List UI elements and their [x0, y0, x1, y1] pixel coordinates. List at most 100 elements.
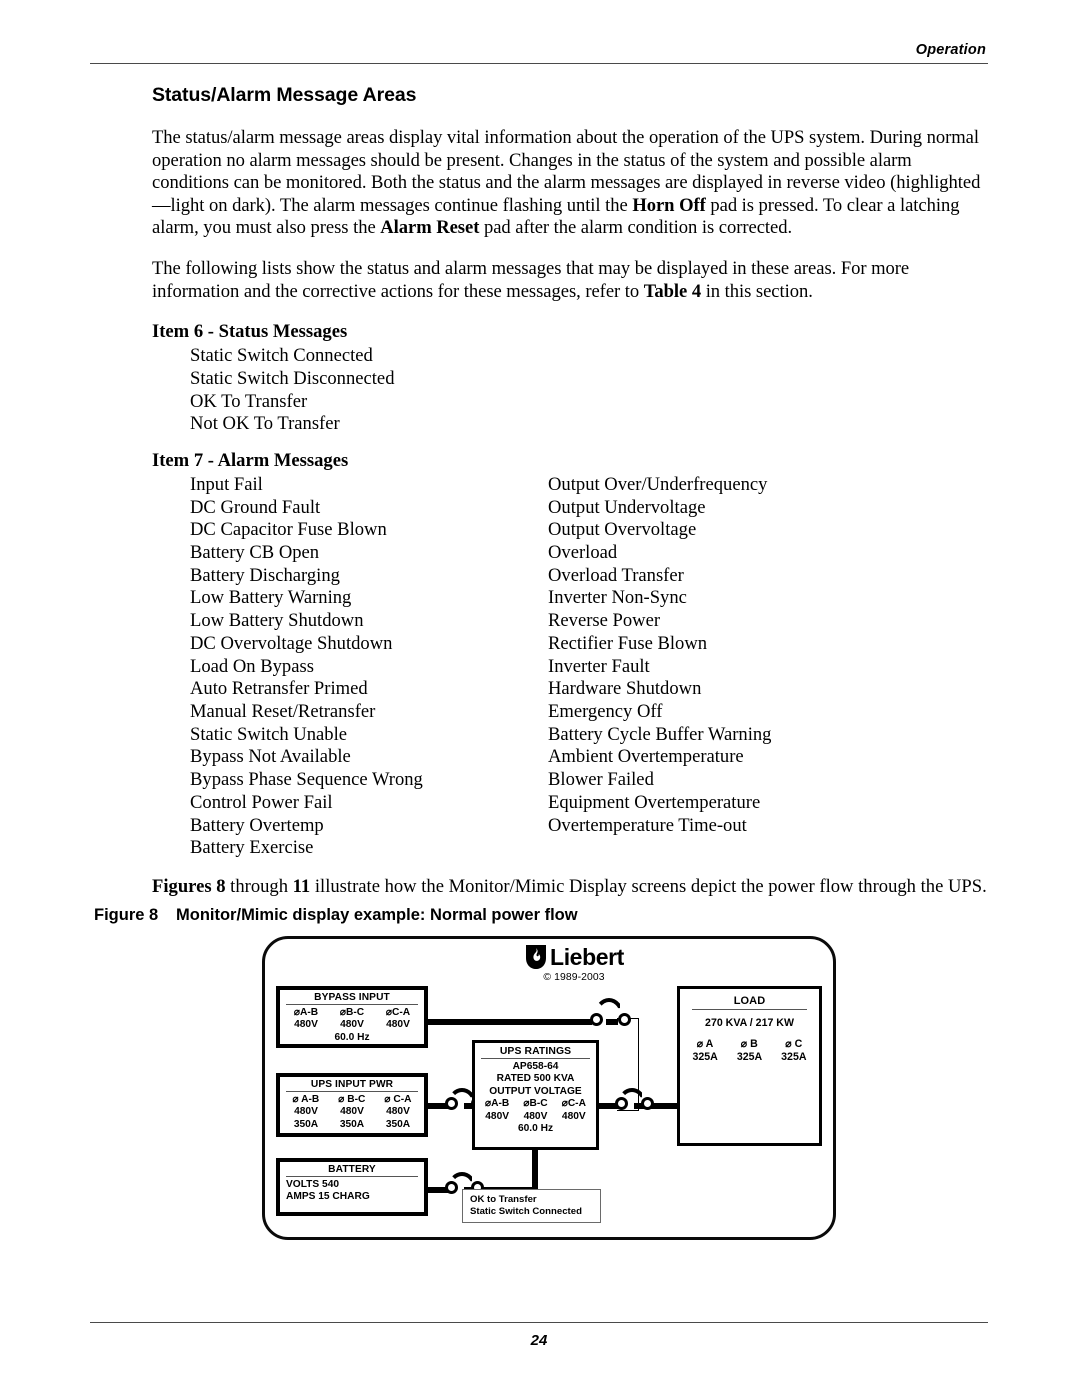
ups-input-phase-ca: ⌀ C-A: [384, 1094, 412, 1105]
alarm-message-item: Rectifier Fuse Blown: [548, 632, 708, 654]
paragraph1-text-c: pad after the alarm condition is correct…: [479, 217, 793, 239]
lists-intro-paragraph: The following lists show the status and …: [152, 258, 988, 303]
load-amps-c: 325A: [781, 1050, 807, 1063]
ups-input-rule: [286, 1091, 418, 1092]
alarm-message-item: Blower Failed: [548, 769, 654, 791]
bypass-switch-node-left: [590, 1013, 603, 1026]
ups-input-amps-ca: 350A: [385, 1118, 411, 1130]
load-spacer: [680, 1029, 819, 1038]
alarm-messages-left-column: Input Fail DC Ground Fault DC Capacitor Fu…: [190, 474, 548, 860]
bypass-input-panel: BYPASS INPUT ⌀A-B ⌀B-C ⌀C-A 480V 480V 48…: [276, 986, 428, 1048]
ups-ratings-phase-bc: ⌀B-C: [523, 1098, 548, 1110]
alarm-message-item: Inverter Non-Sync: [548, 587, 687, 609]
status-message-line2: Static Switch Connected: [470, 1206, 582, 1217]
alarm-message-item: Input Fail: [190, 473, 263, 495]
battery-amps: AMPS 15 CHARG: [286, 1191, 370, 1203]
alarm-list-right: Output Over/Underfrequency Output Undervo…: [548, 474, 948, 837]
ups-ratings-rated-kva: RATED 500 KVA: [496, 1073, 575, 1085]
alarm-message-item: Hardware Shutdown: [548, 678, 702, 700]
ups-ratings-frequency: 60.0 Hz: [517, 1123, 554, 1135]
alarm-message-item: Low Battery Shutdown: [190, 610, 364, 632]
ups-ratings-volts-row: 480V 480V 480V: [475, 1111, 596, 1123]
figures8-reference: Figures 8: [152, 875, 226, 897]
load-amps-a: 325A: [692, 1050, 718, 1063]
battery-panel: BATTERY VOLTS 540 AMPS 15 CHARG: [276, 1158, 428, 1216]
battery-volts: VOLTS 540: [286, 1179, 340, 1190]
ups-input-amps-ab: 350A: [293, 1118, 319, 1130]
alarm-message-item: Load On Bypass: [190, 655, 314, 677]
load-phase-c: ⌀ C: [785, 1038, 803, 1051]
liebert-flame-icon: [526, 945, 547, 969]
ups-input-title: UPS INPUT PWR: [310, 1079, 394, 1090]
ups-ratings-rule: [481, 1058, 590, 1059]
bypass-volts-ab: 480V: [294, 1019, 318, 1031]
mimic-display-screen: Liebert © 1989-2003 BYPASS INPUT ⌀A-B ⌀B…: [262, 936, 836, 1240]
alarm-message-item: Battery CB Open: [190, 542, 320, 564]
logo-row: Liebert: [484, 944, 664, 970]
figure-caption: Figure 8 Monitor/Mimic display example: N…: [94, 906, 578, 925]
bypass-volts-bc: 480V: [340, 1019, 364, 1031]
ups-ratings-output-voltage-label: OUTPUT VOLTAGE: [489, 1085, 582, 1097]
figure-caption-label: Figure 8: [94, 906, 159, 924]
figure11-reference: 11: [292, 875, 311, 897]
header-running-title: Operation: [915, 42, 986, 58]
ups-input-switch-node-left: [445, 1097, 458, 1110]
alarm-message-item: Low Battery Warning: [190, 587, 352, 609]
copyright-text: © 1989-2003: [543, 972, 605, 983]
ups-input-volts-ab: 480V: [294, 1106, 318, 1118]
ups-input-phase-bc: ⌀ B-C: [338, 1094, 366, 1105]
alarm-message-item: Overtemperature Time-out: [548, 814, 747, 836]
bypass-volts-ca: 480V: [386, 1019, 410, 1031]
alarm-message-item: Bypass Not Available: [190, 746, 351, 768]
load-rule: [692, 1009, 807, 1010]
load-amps-b: 325A: [736, 1050, 763, 1063]
load-phase-a: ⌀ A: [696, 1038, 714, 1051]
bypass-input-volts-row: 480V 480V 480V: [280, 1019, 424, 1031]
ups-input-phase-row: ⌀ A-B ⌀ B-C ⌀ C-A: [280, 1094, 424, 1106]
ups-ratings-phase-row: ⌀A-B ⌀B-C ⌀C-A: [475, 1098, 596, 1110]
page-title: Status/Alarm Message Areas: [152, 84, 417, 106]
battery-switch-node-left: [445, 1181, 458, 1194]
bypass-phase-bc: ⌀B-C: [339, 1007, 365, 1018]
page-number: 24: [530, 1332, 548, 1349]
load-panel: LOAD 270 KVA / 217 KW ⌀ A ⌀ B ⌀ C 325A 3…: [677, 986, 822, 1146]
bypass-input-rule: [286, 1004, 418, 1005]
item6-heading: Item 6 - Status Messages: [152, 321, 348, 343]
figure-caption-text: Monitor/Mimic display example: Normal po…: [176, 906, 578, 924]
alarm-message-item: DC Ground Fault: [190, 496, 321, 518]
ups-ratings-phase-ca: ⌀C-A: [561, 1098, 586, 1110]
bypass-switch-node-right: [618, 1013, 631, 1026]
ups-ratings-title: UPS RATINGS: [499, 1046, 572, 1057]
figure-intro-text-a: through: [225, 875, 293, 897]
alarm-message-item: Auto Retransfer Primed: [190, 678, 368, 700]
alarm-message-item: Battery Cycle Buffer Warning: [548, 723, 772, 745]
ups-ratings-volts-bc: 480V: [523, 1110, 548, 1122]
alarm-message-item: Overload Transfer: [548, 564, 684, 586]
alarm-message-item: Emergency Off: [548, 701, 663, 722]
figure-intro-paragraph: Figures 8 through 11 illustrate how the …: [152, 876, 988, 899]
alarm-message-item: Equipment Overtemperature: [548, 791, 761, 813]
status-message-item: Static Switch Connected: [190, 345, 373, 367]
header-divider: [90, 63, 988, 64]
alarm-reset-term: Alarm Reset: [380, 217, 480, 239]
alarm-messages-columns: Input Fail DC Ground Fault DC Capacitor Fu…: [152, 474, 988, 860]
load-amps-row: 325A 325A 325A: [680, 1051, 819, 1063]
status-message-box: OK to Transfer Static Switch Connected: [462, 1189, 601, 1223]
alarm-message-item: Overload: [548, 542, 618, 564]
alarm-message-item: DC Capacitor Fuse Blown: [190, 519, 387, 541]
alarm-message-item: Battery Discharging: [190, 564, 340, 586]
load-phase-b: ⌀ B: [740, 1038, 758, 1051]
ups-input-volts-row: 480V 480V 480V: [280, 1106, 424, 1118]
table4-reference: Table 4: [643, 280, 702, 302]
alarm-message-item: DC Overvoltage Shutdown: [190, 632, 393, 654]
ups-output-switch-node-left: [615, 1097, 628, 1110]
ups-input-amps-row: 350A 350A 350A: [280, 1119, 424, 1131]
alarm-message-item: Inverter Fault: [548, 655, 650, 677]
alarm-message-item: Battery Overtemp: [190, 814, 324, 836]
bypass-phase-ca: ⌀C-A: [385, 1007, 411, 1018]
status-messages-list: Static Switch Connected Static Switch Dis…: [152, 345, 988, 436]
ups-input-volts-ca: 480V: [386, 1106, 410, 1118]
alarm-list-left: Input Fail DC Ground Fault DC Capacitor Fu…: [190, 474, 548, 860]
battery-title: BATTERY: [328, 1164, 376, 1175]
alarm-message-item: Manual Reset/Retransfer: [190, 701, 376, 722]
